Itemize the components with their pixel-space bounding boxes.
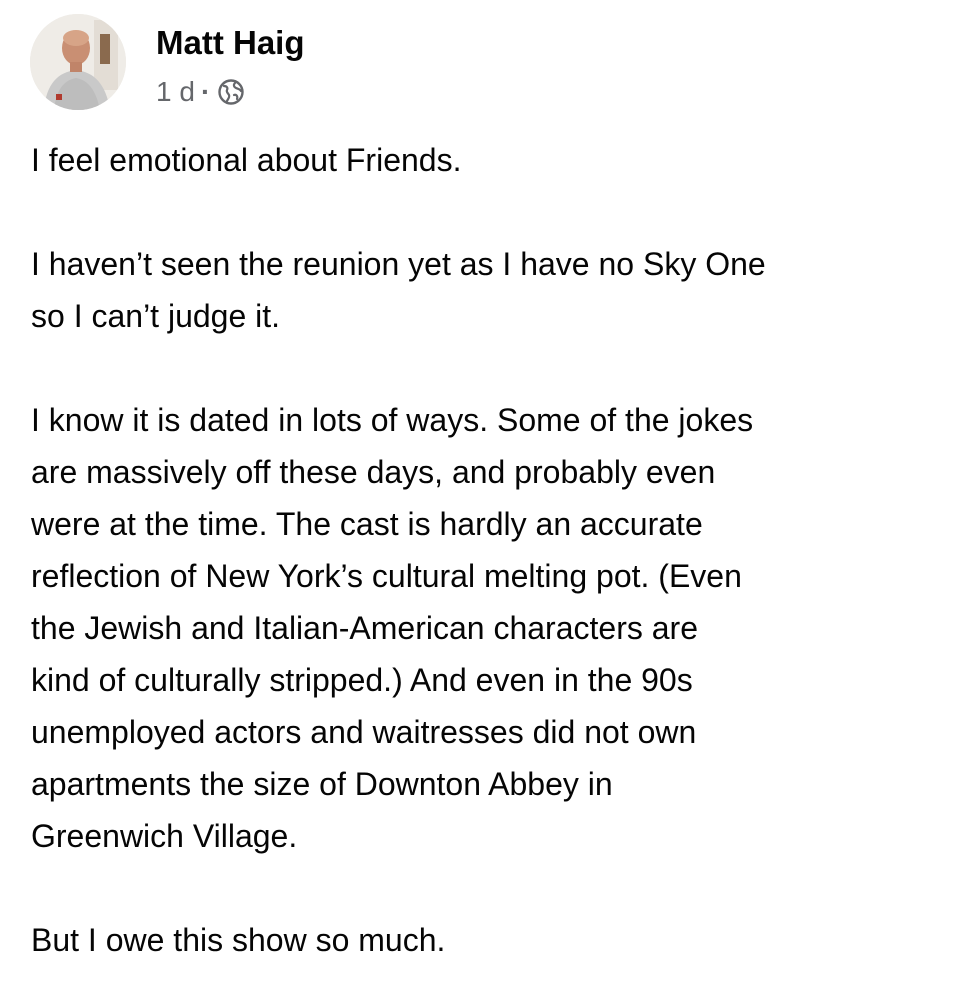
- post-paragraph: But I owe this show so much.: [31, 922, 446, 958]
- post-paragraph: I haven’t seen the reunion yet as I have…: [31, 246, 766, 334]
- avatar-photo: [30, 14, 126, 110]
- post-paragraph: I know it is dated in lots of ways. Some…: [31, 402, 754, 854]
- post-paragraph: I feel emotional about Friends.: [31, 142, 462, 178]
- avatar[interactable]: [30, 14, 126, 110]
- facebook-post: Matt Haig 1 d · I feel emotional about F…: [0, 0, 964, 990]
- author-name[interactable]: Matt Haig: [156, 24, 305, 62]
- globe-icon[interactable]: [216, 77, 246, 107]
- post-body: I feel emotional about Friends. I haven’…: [31, 134, 941, 966]
- post-header: Matt Haig 1 d ·: [30, 14, 930, 110]
- post-timestamp[interactable]: 1 d: [156, 76, 195, 108]
- post-meta: 1 d ·: [156, 74, 246, 110]
- meta-separator: ·: [200, 76, 211, 107]
